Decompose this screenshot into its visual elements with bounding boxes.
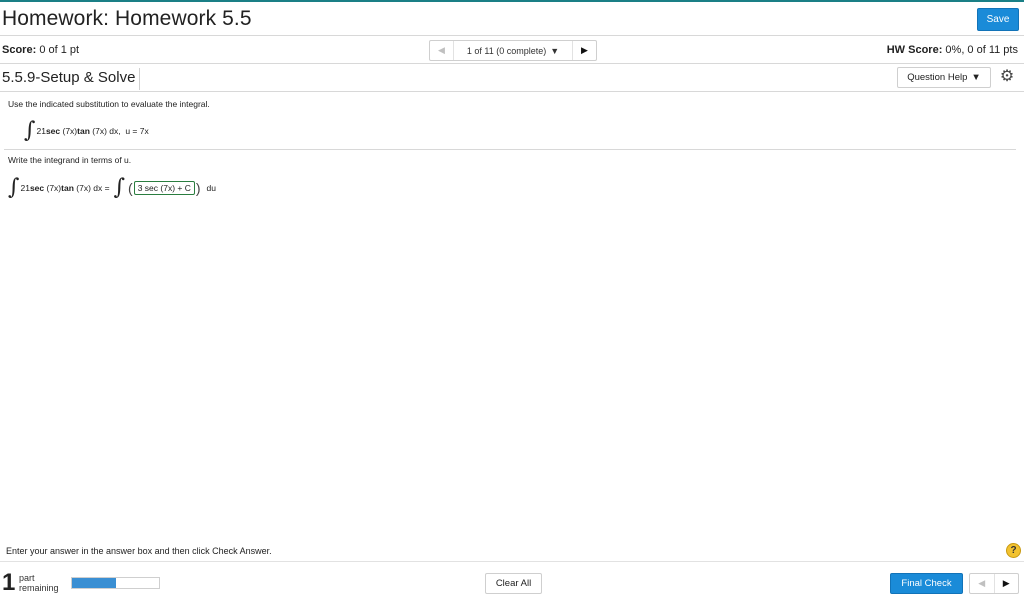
- eq-coef: 21: [20, 183, 30, 193]
- next-question-button[interactable]: ▶: [572, 41, 596, 60]
- paren-left: (: [128, 180, 133, 196]
- progress-bar: [71, 577, 160, 589]
- chevron-down-icon: ▼: [971, 72, 981, 83]
- save-button[interactable]: Save: [977, 8, 1019, 31]
- eq-f2: tan: [61, 183, 74, 193]
- answer-input[interactable]: 3 sec (7x) + C: [133, 181, 195, 195]
- paren-right: ): [195, 180, 201, 196]
- int-f1: sec: [45, 126, 61, 136]
- given-integral: ∫ 21 sec (7x) tan (7x) dx, u = 7x: [24, 120, 149, 142]
- eq-arg1: (7x): [46, 183, 62, 193]
- question-help-label: Question Help: [907, 72, 968, 83]
- score: Score: 0 of 1 pt: [2, 44, 79, 56]
- score-label: Score:: [2, 44, 37, 56]
- homework-title: Homework: Homework 5.5: [2, 7, 252, 30]
- gear-icon[interactable]: ⚙: [998, 68, 1016, 86]
- question-title: 5.5.9-Setup & Solve: [2, 68, 141, 90]
- hw-score: HW Score: 0%, 0 of 11 pts: [887, 44, 1018, 56]
- parts-line-2: remaining: [19, 583, 59, 593]
- parts-remaining-count: 1: [2, 569, 16, 596]
- parts-remaining-label: part remaining: [19, 573, 59, 593]
- clear-all-button[interactable]: Clear All: [485, 573, 542, 594]
- divider: [4, 149, 1016, 150]
- footer-navigator: ◀ ▶: [969, 573, 1019, 594]
- parts-line-1: part: [19, 573, 35, 583]
- chevron-down-icon: ▼: [550, 45, 560, 56]
- score-value: 0 of 1 pt: [39, 44, 80, 56]
- answer-equation: ∫ 21 sec (7x) tan (7x) dx = ∫ ( 3 sec (7…: [8, 177, 216, 199]
- eq-f1: sec: [29, 183, 45, 193]
- question-prompt: Use the indicated substitution to evalua…: [8, 99, 210, 109]
- arrow-right-icon[interactable]: ▶: [995, 574, 1019, 593]
- int-coef: 21: [36, 126, 46, 136]
- int-arg2: (7x) dx,: [92, 126, 121, 136]
- int-arg1: (7x): [62, 126, 78, 136]
- question-prompt-2: Write the integrand in terms of u.: [8, 155, 132, 165]
- arrow-left-icon[interactable]: ◀: [970, 574, 995, 593]
- eq-arg2: (7x) dx =: [76, 183, 110, 193]
- top-bar: Homework: Homework 5.5 Save: [0, 0, 1024, 36]
- help-icon[interactable]: ?: [1006, 543, 1021, 558]
- question-position: 1 of 11 (0 complete): [466, 45, 547, 56]
- arrow-right-icon: ▶: [581, 45, 588, 55]
- answer-wrap: ( 3 sec (7x) + C ): [128, 180, 201, 196]
- question-select[interactable]: 1 of 11 (0 complete) ▼: [454, 46, 572, 56]
- question-bar: 5.5.9-Setup & Solve Question Help ▼ ⚙: [0, 65, 1024, 92]
- integral-sign: ∫: [24, 118, 36, 143]
- question-navigator: ◀ 1 of 11 (0 complete) ▼ ▶: [429, 40, 597, 61]
- footer-divider: [0, 561, 1024, 562]
- substitution: u = 7x: [125, 126, 149, 136]
- hw-score-label: HW Score:: [886, 44, 943, 56]
- hw-score-value: 0%, 0 of 11 pts: [945, 44, 1018, 56]
- du-label: du: [206, 183, 217, 193]
- instruction-text: Enter your answer in the answer box and …: [6, 546, 272, 556]
- prev-question-button[interactable]: ◀: [430, 41, 454, 60]
- score-bar: Score: 0 of 1 pt ◀ 1 of 11 (0 complete) …: [0, 37, 1024, 64]
- final-check-button[interactable]: Final Check: [890, 573, 963, 594]
- integral-sign: ∫: [8, 175, 20, 200]
- integral-sign: ∫: [113, 175, 126, 200]
- question-help-button[interactable]: Question Help ▼: [897, 67, 991, 88]
- int-f2: tan: [77, 126, 90, 136]
- arrow-left-icon: ◀: [438, 45, 445, 55]
- progress-fill: [72, 578, 116, 588]
